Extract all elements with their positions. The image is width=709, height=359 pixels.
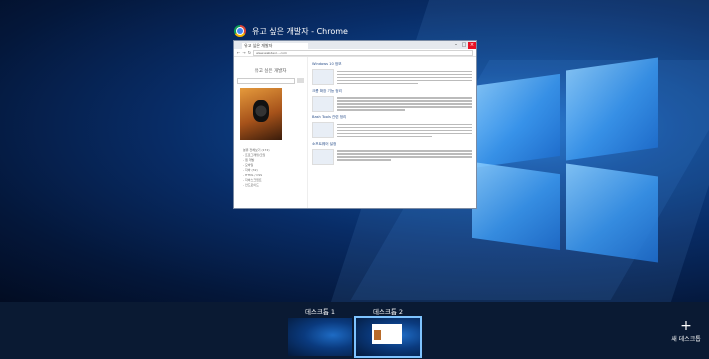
post-title[interactable]: 소프트웨어 설정	[312, 142, 472, 147]
plus-icon: +	[680, 318, 692, 334]
address-bar-row: ← → ↻ www.webdevl....com	[234, 49, 476, 57]
post-thumbnail[interactable]	[312, 69, 334, 85]
window-controls: – □ ×	[452, 42, 476, 49]
post-thumbnail[interactable]	[312, 122, 334, 138]
post-item	[312, 95, 472, 113]
new-desktop-label: 새 데스크톱	[671, 336, 701, 343]
desktop-preview[interactable]	[354, 316, 422, 358]
blog-search	[237, 78, 304, 84]
post-excerpt	[337, 122, 472, 139]
mini-window-preview	[372, 324, 402, 344]
post-title[interactable]: Bash Tools 관련 정리	[312, 115, 472, 120]
post-item	[312, 69, 472, 86]
desktop-1-thumbnail[interactable]: 데스크톱 1	[287, 306, 353, 356]
search-input[interactable]	[237, 78, 295, 84]
new-desktop-button[interactable]: + 새 데스크톱	[660, 318, 709, 343]
post-title[interactable]: Windows 10 정보	[312, 62, 472, 67]
post-excerpt	[337, 69, 472, 86]
browser-tab[interactable]: 유고 싶은 개발자	[242, 43, 308, 49]
wallpaper-logo-pane	[566, 57, 658, 161]
maximize-icon[interactable]: □	[460, 42, 468, 49]
chrome-window-thumbnail[interactable]: 유고 싶은 개발자 – □ × ← → ↻ www.webdevl....com…	[233, 40, 477, 209]
post-thumbnail[interactable]	[312, 95, 334, 112]
page-content: 유고 싶은 개발자 분류 전체보기 (172) - 프로그래밍/코딩 - 웹 개…	[234, 57, 476, 208]
wallpaper-logo-pane	[566, 163, 658, 263]
post-excerpt	[337, 96, 472, 113]
url-field[interactable]: www.webdevl....com	[253, 49, 473, 56]
tab-strip: 유고 싶은 개발자 – □ ×	[234, 41, 476, 49]
desktop-2-thumbnail[interactable]: 데스크톱 2	[354, 306, 422, 358]
watch-image	[253, 100, 269, 122]
post-item	[312, 122, 472, 139]
reload-icon[interactable]: ↻	[248, 50, 251, 55]
post-item	[312, 148, 472, 165]
post-thumbnail[interactable]	[312, 148, 334, 165]
category-list: 분류 전체보기 (172) - 프로그래밍/코딩 - 웹 개발 - 모바일 - …	[243, 148, 304, 188]
search-button[interactable]	[297, 78, 304, 83]
blog-sidebar: 유고 싶은 개발자 분류 전체보기 (172) - 프로그래밍/코딩 - 웹 개…	[234, 57, 308, 208]
blog-title: 유고 싶은 개발자	[254, 69, 287, 74]
desktop-label: 데스크톱 2	[372, 308, 404, 316]
desktop-preview[interactable]	[288, 318, 352, 356]
back-icon[interactable]: ←	[237, 50, 240, 55]
post-list: Windows 10 정보 크롬 확장 기능 정리 Bash Tools 관련 …	[308, 57, 476, 208]
window-title-bar[interactable]: 유고 싶은 개발자 - Chrome	[234, 24, 348, 38]
ad-banner[interactable]	[240, 88, 282, 140]
wallpaper-logo-pane	[472, 73, 560, 169]
window-title: 유고 싶은 개발자 - Chrome	[252, 26, 348, 36]
post-title[interactable]: 크롬 확장 기능 정리	[312, 89, 472, 94]
chrome-icon	[234, 25, 246, 37]
close-icon[interactable]: ×	[468, 42, 476, 49]
post-excerpt	[337, 149, 472, 165]
desktop-wallpaper: 유고 싶은 개발자 - Chrome 유고 싶은 개발자 – □ × ← → ↻…	[0, 0, 709, 302]
wallpaper-logo-pane	[472, 161, 560, 251]
desktop-label: 데스크톱 1	[304, 308, 336, 316]
forward-icon[interactable]: →	[242, 50, 245, 55]
category-item[interactable]: - 안드로이드	[243, 183, 304, 188]
minimize-icon[interactable]: –	[452, 42, 460, 49]
